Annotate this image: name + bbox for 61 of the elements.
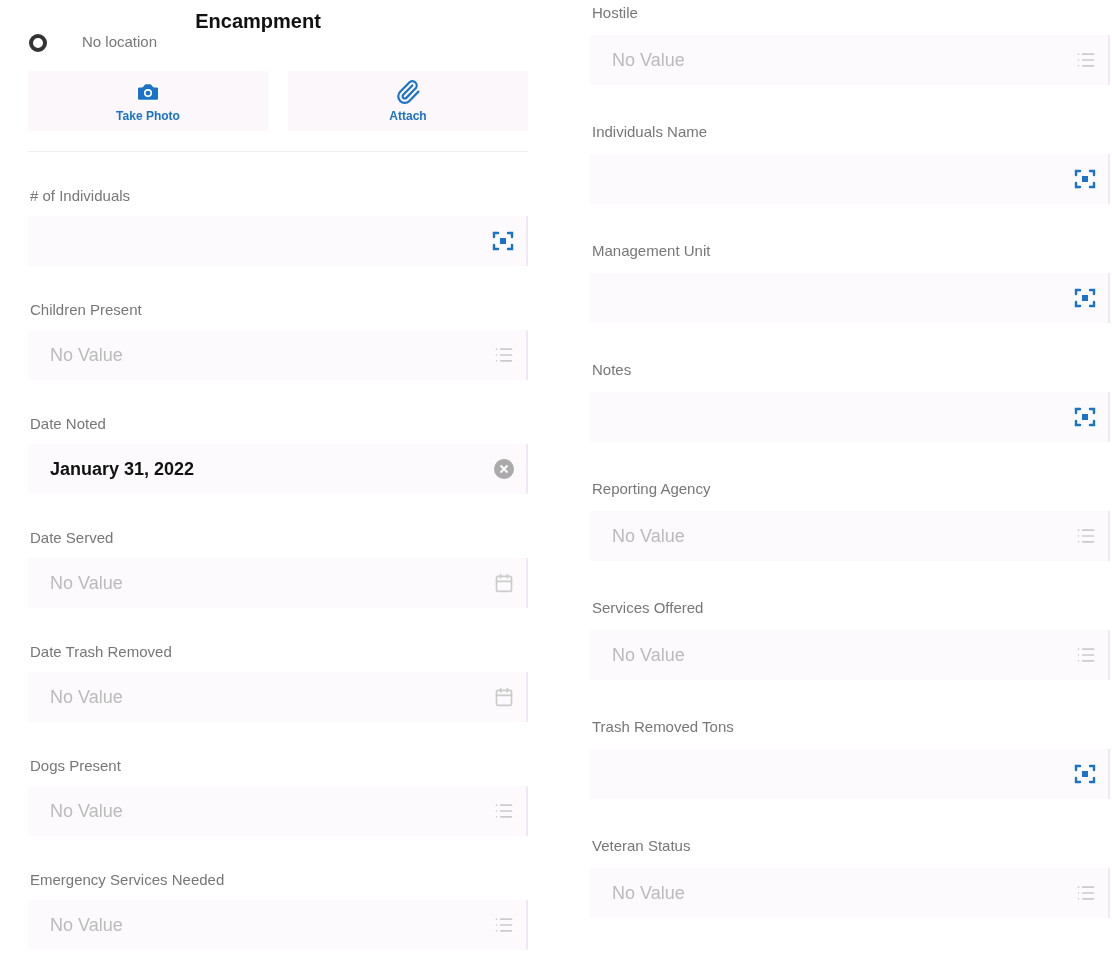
clear-icon[interactable] — [494, 459, 514, 479]
field-placeholder: No Value — [50, 914, 123, 936]
input-field[interactable]: No Value — [28, 900, 528, 950]
field-label: Trash Removed Tons — [591, 718, 735, 735]
input-field[interactable] — [590, 154, 1110, 204]
input-field[interactable]: No Value — [590, 35, 1110, 85]
list-icon[interactable] — [494, 801, 514, 821]
form-title: Encampment — [194, 10, 322, 33]
field-label: Management Unit — [591, 242, 712, 259]
attachment-button[interactable]: Attach — [288, 71, 528, 131]
field-placeholder: No Value — [612, 49, 685, 71]
field-label: # of Individuals — [29, 187, 132, 204]
field-label: Emergency Services Needed — [29, 871, 226, 888]
field-label: Date Served — [29, 529, 115, 546]
input-field[interactable] — [590, 273, 1110, 323]
field-placeholder: No Value — [612, 882, 685, 904]
input-field[interactable]: No Value — [590, 630, 1110, 680]
field-label: Hostile — [591, 4, 639, 21]
attachment-button[interactable]: Take Photo — [28, 71, 268, 131]
list-icon[interactable] — [1076, 883, 1096, 903]
calendar-icon[interactable] — [494, 573, 514, 593]
field-label: Veteran Status — [591, 837, 692, 854]
field-placeholder: No Value — [50, 344, 123, 366]
list-icon[interactable] — [1076, 645, 1096, 665]
field-label: Date Trash Removed — [29, 643, 173, 660]
field-placeholder: No Value — [50, 572, 123, 594]
field-label: Notes — [591, 361, 633, 378]
input-field[interactable] — [28, 216, 528, 266]
paperclip-icon — [395, 79, 421, 105]
list-icon[interactable] — [494, 915, 514, 935]
field-label: Reporting Agency — [591, 480, 712, 497]
input-field[interactable]: No Value — [590, 868, 1110, 918]
input-field[interactable]: No Value — [28, 786, 528, 836]
field-label: Dogs Present — [29, 757, 122, 774]
input-field[interactable]: No Value — [28, 672, 528, 722]
input-field[interactable]: No Value — [590, 511, 1110, 561]
field-value: January 31, 2022 — [50, 458, 195, 480]
scan-icon[interactable] — [1074, 287, 1096, 309]
calendar-icon[interactable] — [494, 687, 514, 707]
list-icon[interactable] — [1076, 50, 1096, 70]
field-placeholder: No Value — [612, 644, 685, 666]
field-label: Date Noted — [29, 415, 107, 432]
input-field[interactable] — [590, 392, 1110, 442]
scan-icon[interactable] — [1074, 763, 1096, 785]
location-icon[interactable] — [28, 33, 48, 53]
field-placeholder: No Value — [50, 800, 123, 822]
input-field[interactable]: No Value — [28, 558, 528, 608]
input-field[interactable]: No Value — [28, 330, 528, 380]
input-field[interactable] — [590, 749, 1110, 799]
scan-icon[interactable] — [1074, 406, 1096, 428]
scan-icon[interactable] — [1074, 168, 1096, 190]
list-icon[interactable] — [1076, 526, 1096, 546]
field-label: Individuals Name — [591, 123, 709, 140]
location-text: No location — [82, 33, 159, 52]
field-placeholder: No Value — [612, 525, 685, 547]
list-icon[interactable] — [494, 345, 514, 365]
field-label: Services Offered — [591, 599, 705, 616]
input-field[interactable]: January 31, 2022 — [28, 444, 528, 494]
field-label: Children Present — [29, 301, 143, 318]
field-placeholder: No Value — [50, 686, 123, 708]
scan-icon[interactable] — [492, 230, 514, 252]
